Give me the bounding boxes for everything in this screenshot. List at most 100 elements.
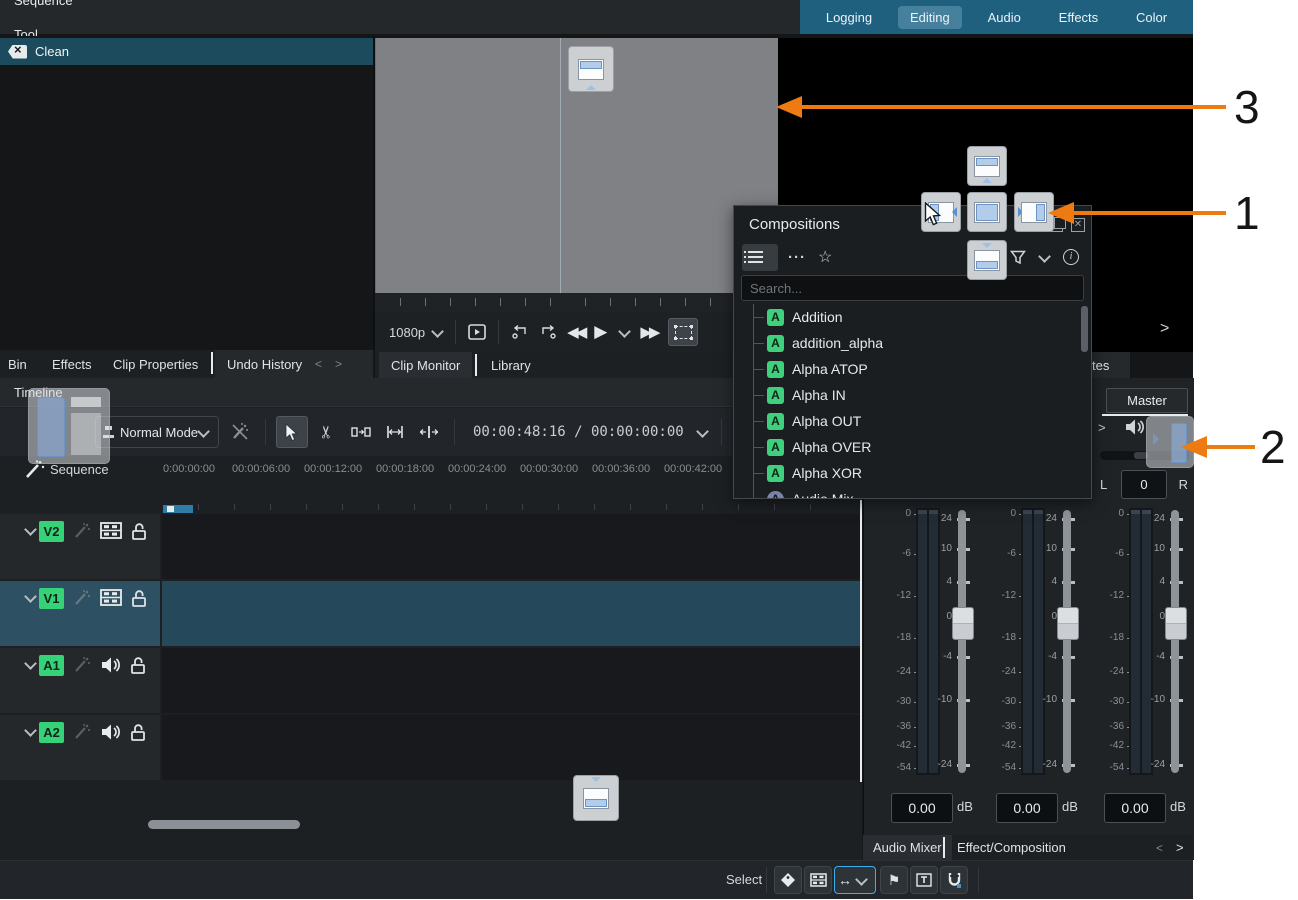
- collapse-chevron-icon[interactable]: [24, 523, 37, 536]
- track-v1-lane[interactable]: [162, 581, 862, 646]
- volume-fader-track[interactable]: [958, 510, 966, 773]
- composition-list-item[interactable]: A Alpha IN: [734, 382, 1091, 408]
- track-a2-header[interactable]: A2: [0, 715, 160, 780]
- track-a1[interactable]: A1: [0, 648, 862, 713]
- track-badge[interactable]: V1: [39, 588, 64, 609]
- tab-bin[interactable]: Bin: [8, 350, 27, 378]
- timecode-chevron[interactable]: [696, 425, 709, 438]
- timeline-horizontal-scrollbar[interactable]: [148, 820, 300, 829]
- lock-open-icon[interactable]: [131, 522, 148, 541]
- dock-top-indicator[interactable]: [967, 146, 1007, 186]
- film-track-icon[interactable]: [804, 866, 832, 894]
- composition-list-item[interactable]: A Alpha ATOP: [734, 356, 1091, 382]
- edit-mode-dropdown[interactable]: Normal Mode: [95, 416, 219, 448]
- play-options-chevron[interactable]: [618, 325, 631, 338]
- dock-bottom-indicator[interactable]: [967, 240, 1007, 280]
- lock-open-icon[interactable]: [130, 656, 147, 675]
- collapse-strip-chevron[interactable]: >: [1098, 420, 1106, 435]
- track-a2[interactable]: A2: [0, 715, 862, 780]
- dock-bottom-outer-indicator[interactable]: [573, 775, 619, 821]
- track-badge[interactable]: V2: [39, 521, 64, 542]
- timeline-playhead[interactable]: [860, 500, 862, 782]
- spacer-tool-button[interactable]: [346, 417, 376, 447]
- track-badge[interactable]: A2: [39, 722, 64, 743]
- tab-audio[interactable]: Audio: [976, 6, 1033, 29]
- composition-list-item[interactable]: A Alpha OVER: [734, 434, 1091, 460]
- list-view-button[interactable]: [742, 244, 778, 271]
- rewind-button[interactable]: ◀◀: [567, 323, 584, 341]
- tab-effect-composition[interactable]: Effect/Composition: [947, 835, 1076, 860]
- speaker-icon[interactable]: [100, 723, 121, 741]
- volume-fader-handle[interactable]: [1165, 607, 1187, 640]
- popup-scrollbar[interactable]: [1081, 306, 1088, 352]
- effects-wand-icon[interactable]: [73, 522, 91, 540]
- track-a2-lane[interactable]: [162, 715, 862, 780]
- track-v2-header[interactable]: V2: [0, 514, 160, 579]
- tab-notes-clipped[interactable]: tes: [1088, 352, 1130, 378]
- track-compositing-icon[interactable]: [225, 417, 255, 447]
- video-track-icon[interactable]: [100, 522, 122, 539]
- tab-effects[interactable]: Effects: [1047, 6, 1111, 29]
- db-readout[interactable]: 0.00dB: [986, 793, 1086, 823]
- bin-item-clean[interactable]: Clean: [0, 38, 373, 65]
- dock-center-indicator[interactable]: [967, 192, 1007, 232]
- master-track-button[interactable]: Master: [1106, 388, 1188, 413]
- track-v2[interactable]: V2: [0, 514, 862, 579]
- tab-color[interactable]: Color: [1124, 6, 1179, 29]
- track-v1[interactable]: V1: [0, 581, 862, 646]
- track-a1-header[interactable]: A1: [0, 648, 160, 713]
- zone-mode-button[interactable]: [668, 318, 698, 346]
- composition-list-item[interactable]: A addition_alpha: [734, 330, 1091, 356]
- slip-tool-button[interactable]: [414, 417, 444, 447]
- volume-fader-handle[interactable]: [952, 607, 974, 640]
- clip-in-monitor-icon[interactable]: [465, 320, 489, 344]
- track-badge[interactable]: A1: [39, 655, 64, 676]
- search-input[interactable]: Search...: [741, 275, 1084, 301]
- menu-item[interactable]: Sequence: [0, 0, 87, 17]
- track-a1-lane[interactable]: [162, 648, 862, 713]
- chevron-down-icon[interactable]: [1038, 250, 1051, 263]
- lock-open-icon[interactable]: [130, 723, 147, 742]
- db-readout[interactable]: 0.00dB: [881, 793, 981, 823]
- collapse-chevron-icon[interactable]: [24, 657, 37, 670]
- tab-scroll-prev[interactable]: <: [315, 350, 322, 378]
- timeline-timecode[interactable]: 00:00:48:16 / 00:00:00:00: [473, 424, 684, 440]
- ripple-tool-button[interactable]: [380, 417, 410, 447]
- speaker-icon[interactable]: [100, 656, 121, 674]
- composition-list-item[interactable]: A Alpha XOR: [734, 460, 1091, 486]
- lock-open-icon[interactable]: [131, 589, 148, 608]
- tab-clip-monitor[interactable]: Clip Monitor: [379, 352, 472, 378]
- info-icon[interactable]: i: [1063, 249, 1079, 265]
- flag-icon[interactable]: ⚑: [880, 866, 908, 894]
- effects-wand-icon[interactable]: [73, 656, 91, 674]
- dock-top-outer-indicator[interactable]: [568, 46, 614, 92]
- tab-effects-panel[interactable]: Effects: [52, 350, 92, 378]
- tab-audio-mixer[interactable]: Audio Mixer: [863, 835, 952, 860]
- tab-editing[interactable]: Editing: [898, 6, 962, 29]
- collapse-chevron-icon[interactable]: [24, 724, 37, 737]
- volume-fader-track[interactable]: [1171, 510, 1179, 773]
- tab-scroll-next[interactable]: >: [1173, 835, 1187, 860]
- tag-icon[interactable]: [774, 866, 802, 894]
- tab-scroll-next[interactable]: >: [335, 350, 342, 378]
- track-v2-lane[interactable]: [162, 514, 862, 579]
- fast-forward-button[interactable]: ▶▶: [640, 323, 657, 341]
- title-frame-icon[interactable]: [910, 866, 938, 894]
- collapse-chevron-icon[interactable]: [24, 590, 37, 603]
- effects-wand-icon[interactable]: [73, 723, 91, 741]
- balance-row[interactable]: L0R: [1094, 470, 1194, 500]
- composition-list-item[interactable]: A Audio Mix: [734, 486, 1091, 499]
- expand-panel-chevron[interactable]: >: [1160, 320, 1169, 338]
- db-readout[interactable]: 0.00dB: [1094, 793, 1194, 823]
- track-v1-header[interactable]: V1: [0, 581, 160, 646]
- speaker-icon[interactable]: [1124, 418, 1145, 436]
- effects-wand-icon[interactable]: [73, 589, 91, 607]
- mark-out-icon[interactable]: [536, 320, 560, 344]
- tab-clip-properties[interactable]: Clip Properties: [113, 350, 198, 378]
- composition-list-item[interactable]: A Alpha OUT: [734, 408, 1091, 434]
- more-options-icon[interactable]: ···: [788, 249, 806, 266]
- select-tool-button[interactable]: [276, 416, 308, 448]
- favorites-star-icon[interactable]: ☆: [818, 247, 832, 267]
- play-button[interactable]: ▶: [594, 322, 607, 342]
- tab-library[interactable]: Library: [479, 352, 543, 378]
